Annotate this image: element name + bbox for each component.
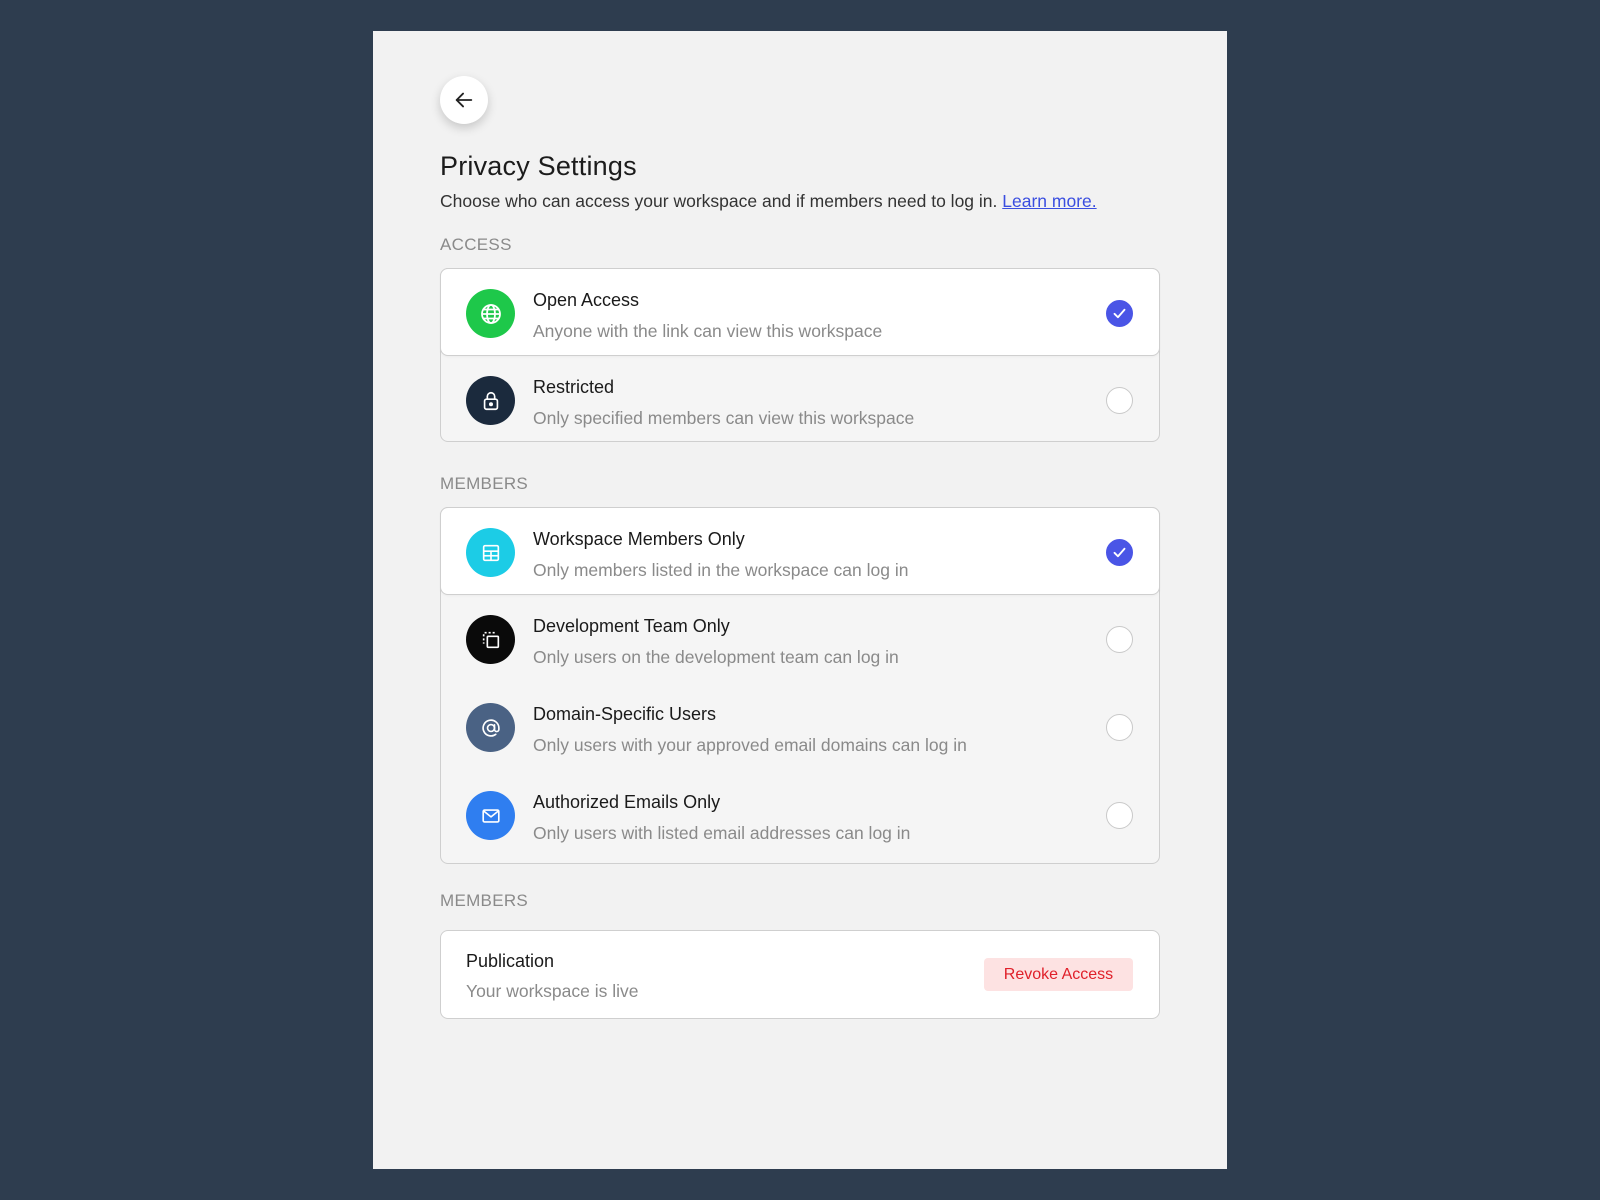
publication-title: Publication [466,951,555,971]
option-title: Open Access [533,290,640,310]
option-text: Domain-Specific Users Only users with yo… [533,704,967,756]
radio-authorized-emails-only[interactable] [1106,802,1133,829]
members-section-label: MEMBERS [440,474,529,493]
option-title: Authorized Emails Only [533,792,721,812]
page-title: Privacy Settings [440,151,637,181]
globe-icon [466,289,515,338]
option-authorized-emails-only[interactable]: Authorized Emails Only Only users with l… [441,771,1159,859]
members-options-card: Workspace Members Only Only members list… [440,507,1160,864]
option-restricted[interactable]: Restricted Only specified members can vi… [441,356,1159,444]
publication-status: Your workspace is live [466,981,639,1001]
option-workspace-members-only[interactable]: Workspace Members Only Only members list… [440,507,1160,595]
option-text: Development Team Only Only users on the … [533,616,899,668]
option-text: Authorized Emails Only Only users with l… [533,792,910,844]
option-text: Workspace Members Only Only members list… [533,529,908,581]
table-icon [466,528,515,577]
radio-domain-specific-users[interactable] [1106,714,1133,741]
page-subtitle: Choose who can access your workspace and… [440,191,1097,212]
option-description: Only members listed in the workspace can… [533,560,909,580]
option-title: Restricted [533,377,615,397]
arrow-left-icon [455,92,473,108]
check-icon [1113,308,1126,319]
option-description: Anyone with the link can view this works… [533,321,883,341]
revoke-access-button[interactable]: Revoke Access [984,958,1133,991]
option-description: Only users with listed email addresses c… [533,823,911,843]
option-description: Only users on the development team can l… [533,647,899,667]
access-options-card: Open Access Anyone with the link can vie… [440,268,1160,442]
at-icon [466,703,515,752]
privacy-settings-panel: Privacy Settings Choose who can access y… [373,31,1227,1169]
option-description: Only users with your approved email doma… [533,735,967,755]
back-button[interactable] [440,76,488,124]
access-section-label: ACCESS [440,235,512,254]
lock-icon [466,376,515,425]
option-development-team-only[interactable]: Development Team Only Only users on the … [441,595,1159,683]
option-title: Workspace Members Only [533,529,745,549]
radio-workspace-members-only[interactable] [1106,539,1133,566]
publication-section-label: MEMBERS [440,891,529,910]
radio-open-access[interactable] [1106,300,1133,327]
option-open-access[interactable]: Open Access Anyone with the link can vie… [440,268,1160,356]
radio-development-team-only[interactable] [1106,626,1133,653]
subtitle-text: Choose who can access your workspace and… [440,191,998,211]
publication-card: Publication Your workspace is live Revok… [440,930,1160,1019]
option-text: Restricted Only specified members can vi… [533,377,914,429]
option-text: Open Access Anyone with the link can vie… [533,290,882,342]
learn-more-link[interactable]: Learn more. [1002,191,1096,211]
option-description: Only specified members can view this wor… [533,408,915,428]
mail-icon [466,791,515,840]
radio-restricted[interactable] [1106,387,1133,414]
check-icon [1113,547,1126,558]
option-title: Domain-Specific Users [533,704,717,724]
copy-icon [466,615,515,664]
option-title: Development Team Only [533,616,730,636]
option-domain-specific-users[interactable]: Domain-Specific Users Only users with yo… [441,683,1159,771]
